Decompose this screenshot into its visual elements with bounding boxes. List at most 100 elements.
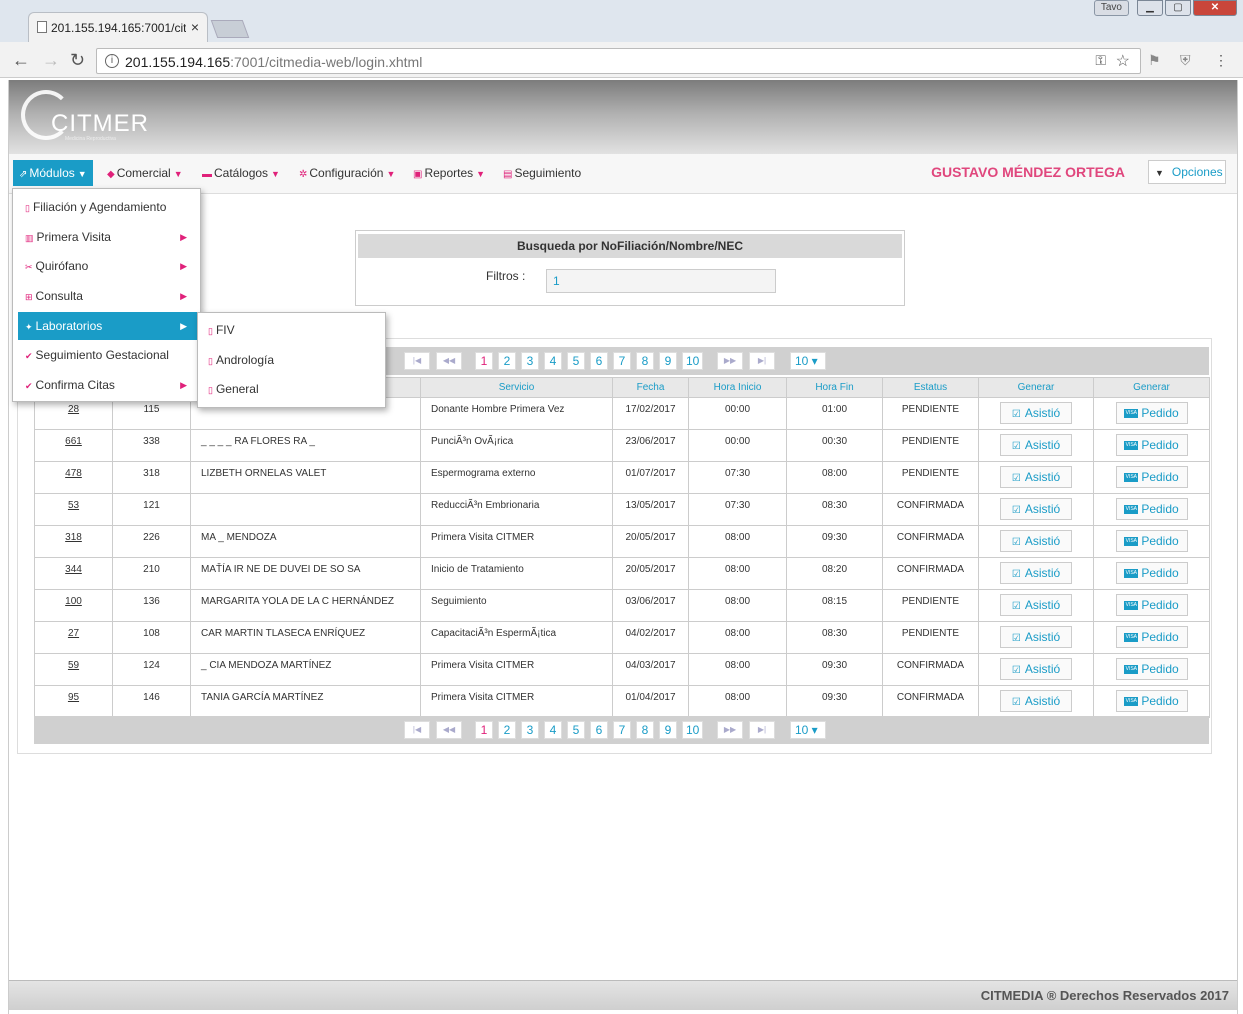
last-page-button[interactable]: ▶|	[749, 352, 775, 370]
page-10[interactable]: 10	[682, 721, 704, 739]
page-1[interactable]: 1	[475, 721, 493, 739]
row-fecha: 03/06/2017	[612, 589, 689, 622]
asistio-button[interactable]: ☑ Asistió	[1000, 594, 1072, 616]
asistio-button[interactable]: ☑ Asistió	[1000, 626, 1072, 648]
pedido-button[interactable]: VISA Pedido	[1115, 530, 1188, 552]
menu-kebab-icon[interactable]: ⋮	[1214, 52, 1228, 69]
reload-icon[interactable]: ↻	[70, 50, 85, 71]
menu-modulos[interactable]: ⇗ Módulos ▼	[13, 160, 93, 186]
address-bar[interactable]: i 201.155.194.165:7001/citmedia-web/logi…	[96, 48, 1141, 74]
menu-configuracion[interactable]: ✲ Configuración ▼	[293, 160, 401, 186]
file-icon: ▯	[208, 326, 213, 336]
pedido-button[interactable]: VISA Pedido	[1115, 626, 1188, 648]
page-10[interactable]: 10	[682, 352, 704, 370]
dropdown-item-primera-visita[interactable]: ▥ Primera Visita ▶	[18, 223, 197, 251]
rows-per-page-select[interactable]: 10 ▾	[790, 352, 826, 370]
bookmark-star-icon[interactable]: ☆	[1116, 51, 1130, 71]
page-1[interactable]: 1	[475, 352, 493, 370]
menu-seguimiento[interactable]: ▤ Seguimiento	[497, 160, 587, 186]
page-5[interactable]: 5	[567, 721, 585, 739]
pedido-button[interactable]: VISA Pedido	[1115, 498, 1188, 520]
asistio-button[interactable]: ☑ Asistió	[1000, 658, 1072, 680]
first-page-button[interactable]: |◀	[404, 721, 430, 739]
asistio-button[interactable]: ☑ Asistió	[1000, 498, 1072, 520]
row-id-link[interactable]: 27	[34, 621, 113, 654]
app-header: CITMER Medicina Reproductiva	[9, 80, 1237, 154]
minimize-button[interactable]: ▁	[1137, 0, 1163, 16]
page-9[interactable]: 9	[659, 352, 677, 370]
info-icon[interactable]: i	[105, 54, 119, 68]
page-2[interactable]: 2	[498, 352, 516, 370]
forward-icon[interactable]: →	[42, 50, 60, 71]
row-id-link[interactable]: 318	[34, 525, 113, 558]
row-id-link[interactable]: 95	[34, 685, 113, 718]
pedido-button[interactable]: VISA Pedido	[1115, 594, 1188, 616]
menu-catalogos[interactable]: ▬ Catálogos ▼	[196, 160, 286, 186]
row-id-link[interactable]: 28	[34, 397, 113, 430]
row-id-link[interactable]: 661	[34, 429, 113, 462]
close-window-button[interactable]: ✕	[1193, 0, 1237, 16]
dropdown-item-laboratorios[interactable]: ✦ Laboratorios ▶	[18, 312, 197, 340]
options-button[interactable]: ▼ Opciones	[1148, 160, 1226, 184]
page-2[interactable]: 2	[498, 721, 516, 739]
page-7[interactable]: 7	[613, 721, 631, 739]
dropdown-item-filiacion[interactable]: ▯ Filiación y Agendamiento	[18, 193, 197, 221]
page-7[interactable]: 7	[613, 352, 631, 370]
pdf-extension-icon[interactable]: ⚑	[1148, 52, 1161, 69]
profile-button[interactable]: Tavo	[1093, 0, 1129, 16]
pedido-button[interactable]: VISA Pedido	[1115, 562, 1188, 584]
page-4[interactable]: 4	[544, 721, 562, 739]
asistio-button[interactable]: ☑ Asistió	[1000, 466, 1072, 488]
asistio-button[interactable]: ☑ Asistió	[1000, 690, 1072, 712]
pedido-button[interactable]: VISA Pedido	[1115, 434, 1188, 456]
rows-per-page-select[interactable]: 10 ▾	[790, 721, 826, 739]
row-id-link[interactable]: 478	[34, 461, 113, 494]
row-id-link[interactable]: 59	[34, 653, 113, 686]
shield-extension-icon[interactable]: ⛨	[1180, 52, 1191, 69]
row-id-link[interactable]: 344	[34, 557, 113, 590]
key-icon[interactable]: ⚿	[1095, 52, 1106, 69]
submenu-item-andrologia[interactable]: ▯ Andrología	[208, 348, 274, 372]
back-icon[interactable]: ←	[12, 50, 30, 71]
menu-reportes[interactable]: ▣ Reportes ▼	[407, 160, 491, 186]
last-page-button[interactable]: ▶|	[749, 721, 775, 739]
asistio-button[interactable]: ☑ Asistió	[1000, 562, 1072, 584]
close-tab-icon[interactable]: ×	[191, 19, 199, 35]
asistio-label: Asistió	[1024, 470, 1061, 484]
submenu-item-fiv[interactable]: ▯ FIV	[208, 318, 235, 342]
page-9[interactable]: 9	[659, 721, 677, 739]
pedido-button[interactable]: VISA Pedido	[1115, 658, 1188, 680]
row-id-link[interactable]: 100	[34, 589, 113, 622]
submenu-item-general[interactable]: ▯ General	[208, 377, 259, 401]
pedido-button[interactable]: VISA Pedido	[1115, 402, 1188, 424]
dropdown-item-confirma-citas[interactable]: ✔ Confirma Citas ▶	[18, 371, 197, 399]
dropdown-item-seguimiento-gestacional[interactable]: ✔ Seguimiento Gestacional	[18, 341, 197, 369]
prev-page-button[interactable]: ◀◀	[436, 352, 462, 370]
page-3[interactable]: 3	[521, 352, 539, 370]
page-6[interactable]: 6	[590, 352, 608, 370]
row-id-link[interactable]: 53	[34, 493, 113, 526]
page-8[interactable]: 8	[636, 352, 654, 370]
asistio-button[interactable]: ☑ Asistió	[1000, 402, 1072, 424]
asistio-button[interactable]: ☑ Asistió	[1000, 434, 1072, 456]
dropdown-item-consulta[interactable]: ⊞ Consulta ▶	[18, 282, 197, 310]
page-3[interactable]: 3	[521, 721, 539, 739]
page-8[interactable]: 8	[636, 721, 654, 739]
browser-tab[interactable]: 201.155.194.165:7001/citmedia-web ×	[28, 12, 208, 42]
page-5[interactable]: 5	[567, 352, 585, 370]
new-tab-button[interactable]	[210, 20, 250, 38]
dropdown-item-quirofano[interactable]: ✂ Quirófano ▶	[18, 252, 197, 280]
row-hora-inicio: 00:00	[688, 429, 787, 462]
menu-comercial[interactable]: ◆ Comercial ▼	[101, 160, 189, 186]
maximize-button[interactable]: ▢	[1165, 0, 1191, 16]
next-page-button[interactable]: ▶▶	[717, 352, 743, 370]
next-page-button[interactable]: ▶▶	[717, 721, 743, 739]
first-page-button[interactable]: |◀	[404, 352, 430, 370]
pedido-button[interactable]: VISA Pedido	[1115, 466, 1188, 488]
filter-input[interactable]: 1	[546, 269, 776, 293]
page-6[interactable]: 6	[590, 721, 608, 739]
prev-page-button[interactable]: ◀◀	[436, 721, 462, 739]
page-4[interactable]: 4	[544, 352, 562, 370]
asistio-button[interactable]: ☑ Asistió	[1000, 530, 1072, 552]
pedido-button[interactable]: VISA Pedido	[1115, 690, 1188, 712]
